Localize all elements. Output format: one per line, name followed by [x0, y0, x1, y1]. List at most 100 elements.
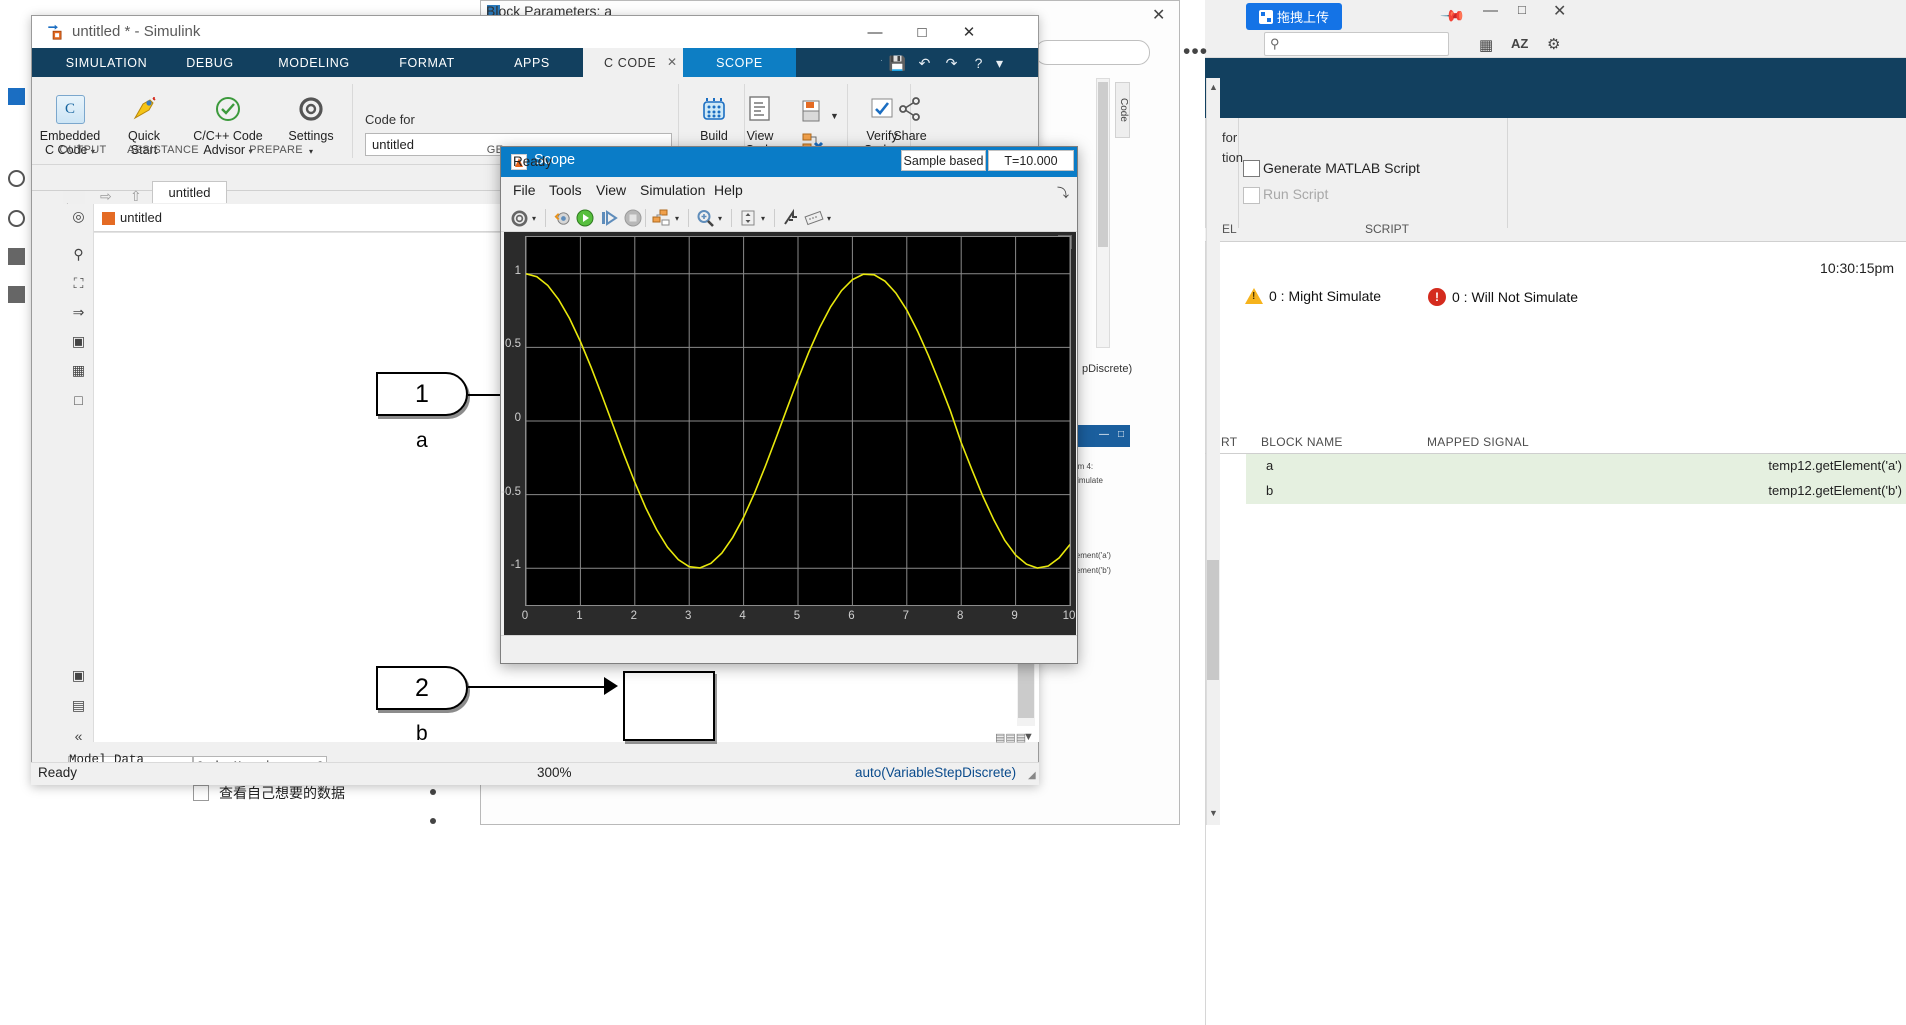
tab-scope[interactable]: SCOPE	[683, 48, 796, 77]
expand-menu-icon[interactable]: ⤵	[1057, 184, 1069, 201]
code-for-label: Code for	[365, 112, 415, 127]
rail-icon-history[interactable]	[8, 210, 25, 227]
matlab-maximize-button[interactable]: □	[1518, 2, 1526, 17]
redo-icon[interactable]: ↷	[939, 52, 964, 74]
arrow-right-icon[interactable]: ⇒	[70, 304, 87, 321]
col-header-block-name: BLOCK NAME	[1261, 435, 1343, 449]
chevron-down-icon[interactable]: ▾	[718, 214, 722, 223]
ribbon-side-label-tion: tion	[1222, 150, 1243, 165]
pan-icon[interactable]: ◎	[70, 208, 87, 225]
bp-inner-maximize[interactable]: □	[1118, 429, 1124, 440]
block-parameters-search-field[interactable]	[1035, 40, 1150, 65]
undo-icon[interactable]: ↶	[912, 52, 937, 74]
code-advisor-icon	[182, 89, 274, 129]
rail-icon-trash[interactable]	[8, 286, 25, 303]
fit-to-view-icon[interactable]: ⛶	[70, 275, 87, 292]
run-icon[interactable]	[575, 208, 595, 228]
simulink-minimize-button[interactable]: —	[852, 16, 898, 48]
autoscale-icon[interactable]	[738, 208, 758, 228]
table-row[interactable]: b temp12.getElement('b')	[1246, 479, 1906, 504]
simulink-close-button[interactable]: ✕	[946, 16, 992, 48]
save-icon[interactable]: 💾	[885, 52, 910, 74]
rail-icon-editor[interactable]	[8, 88, 25, 105]
model-tab-untitled[interactable]: untitled	[152, 181, 227, 203]
tab-c-code-close-icon[interactable]: ✕	[667, 55, 677, 69]
camera-icon[interactable]: ▣	[70, 667, 87, 684]
step-forward-icon[interactable]	[599, 208, 619, 228]
scope-plot-area[interactable]: ↑ -1-0.500.51 012345678910	[504, 232, 1076, 635]
menu-help[interactable]: Help	[714, 182, 743, 198]
block-parameters-scrollbar-thumb[interactable]	[1207, 560, 1219, 680]
resize-grip-icon[interactable]: ◢	[1028, 770, 1036, 781]
tab-debug[interactable]: DEBUG	[167, 48, 253, 77]
gear-icon[interactable]: ⚙	[1547, 35, 1560, 53]
rectangle-icon[interactable]: □	[70, 391, 87, 408]
run-script-button[interactable]: Run Script	[1263, 186, 1328, 202]
matlab-minimize-button[interactable]: —	[1483, 2, 1498, 19]
ribbon-side-label-for: for	[1222, 130, 1237, 145]
block-parameters-close-button[interactable]: ✕	[1152, 5, 1165, 25]
menu-simulation[interactable]: Simulation	[640, 182, 705, 198]
step-back-icon[interactable]	[552, 208, 572, 228]
collapse-icon[interactable]: «	[70, 727, 87, 744]
up-arrow-icon[interactable]: ⇧	[130, 188, 142, 205]
chevron-down-icon[interactable]: ▼	[830, 111, 839, 121]
measurements-icon[interactable]	[804, 208, 824, 228]
matlab-close-button[interactable]: ✕	[1553, 1, 1566, 21]
tab-simulation[interactable]: SIMULATION	[49, 48, 164, 77]
inner-scrollbar-thumb[interactable]	[1098, 82, 1108, 247]
block-parameters-scrollbar[interactable]	[1206, 78, 1220, 825]
chevron-up-icon[interactable]: ▲	[1209, 82, 1218, 92]
rail-icon-home[interactable]	[8, 170, 25, 187]
upload-button[interactable]: 拖拽上传	[1246, 3, 1342, 30]
chevron-down-icon[interactable]: ▾	[761, 214, 765, 223]
chevron-down-icon[interactable]: ▼	[1023, 731, 1034, 743]
checkbox-icon[interactable]	[193, 785, 209, 801]
forward-arrow-icon[interactable]: ⇨	[100, 188, 112, 205]
signal-selector-icon[interactable]	[652, 208, 672, 228]
zoom-icon[interactable]: ⚲	[70, 246, 87, 263]
embedded-c-code-icon: C	[32, 89, 108, 129]
matlab-left-rail	[0, 60, 32, 830]
x-tick-label: 0	[510, 610, 540, 622]
mapped-signal-cell: temp12.getElement('a')	[1768, 458, 1902, 473]
sort-az-icon[interactable]: AZ	[1511, 36, 1528, 51]
code-report-icon[interactable]	[800, 99, 824, 130]
bp-inner-minimize[interactable]: —	[1099, 429, 1109, 440]
table-row[interactable]: a temp12.getElement('a')	[1246, 454, 1906, 479]
generate-matlab-script-button[interactable]: Generate MATLAB Script	[1263, 160, 1420, 176]
share-icon	[872, 89, 948, 129]
quick-start-icon	[106, 89, 182, 129]
simulink-maximize-button[interactable]: □	[899, 16, 945, 48]
signal-wire-2	[468, 686, 608, 688]
configuration-properties-icon[interactable]	[509, 208, 529, 228]
inport-block-2[interactable]: 2	[376, 666, 468, 710]
chevron-down-icon[interactable]: ▾	[675, 214, 679, 223]
menu-file[interactable]: File	[513, 182, 536, 198]
zoom-in-icon[interactable]	[695, 208, 715, 228]
overflow-menu-icon[interactable]: •••	[1183, 40, 1208, 64]
chevron-down-icon[interactable]: ▾	[827, 214, 831, 223]
matlab-search-input[interactable]	[1264, 32, 1449, 56]
cursor-measurements-icon[interactable]	[781, 208, 801, 228]
generic-block[interactable]	[623, 671, 715, 741]
inport-block-1[interactable]: 1	[376, 372, 468, 416]
annotation-icon[interactable]: ▣	[70, 333, 87, 350]
report-icon[interactable]: ▤	[70, 697, 87, 714]
grid-icon[interactable]: ▦	[1479, 36, 1493, 54]
rail-icon-files[interactable]	[8, 248, 25, 265]
code-vertical-tab[interactable]: Code	[1115, 82, 1130, 138]
chevron-down-icon[interactable]: ▼	[1209, 808, 1218, 818]
tab-apps[interactable]: APPS	[490, 48, 574, 77]
help-icon[interactable]: ?	[966, 52, 991, 74]
image-icon[interactable]: ▦	[70, 362, 87, 379]
quick-access-caret-icon[interactable]: ▾	[993, 52, 1006, 74]
simulink-status-solver[interactable]: auto(VariableStepDiscrete)	[855, 765, 1016, 780]
tab-format[interactable]: FORMAT	[377, 48, 477, 77]
chevron-down-icon[interactable]: ▾	[532, 214, 536, 223]
x-tick-label: 6	[836, 610, 866, 622]
menu-tools[interactable]: Tools	[549, 182, 582, 198]
menu-view[interactable]: View	[596, 182, 626, 198]
tab-modeling[interactable]: MODELING	[257, 48, 371, 77]
y-tick-label: 1	[481, 265, 521, 277]
